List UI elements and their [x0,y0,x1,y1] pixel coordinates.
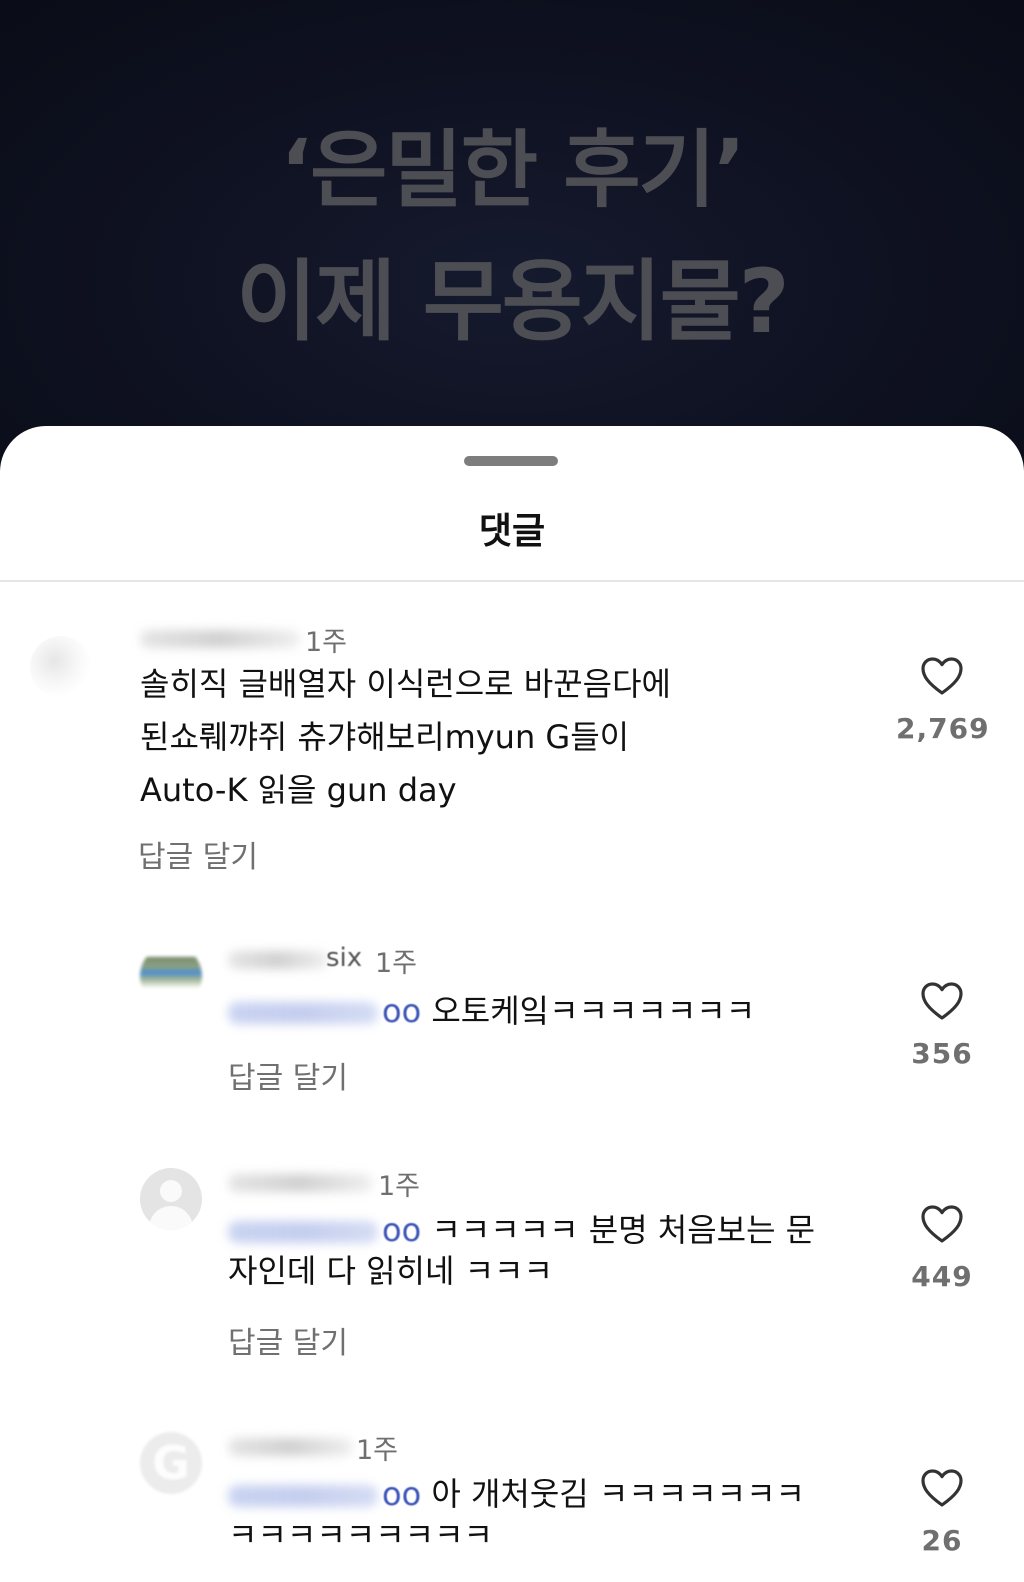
comment-line: 솔히직 글배열자 이식런으로 바꾼음다에 [140,665,671,703]
username[interactable] [228,951,328,969]
reply-item: 1주 oo ㅋㅋㅋㅋㅋ 분명 처음보는 문 자인데 다 읽히네 ㅋㅋㅋ 답글 달… [0,1164,1024,1364]
mention-blur[interactable] [228,1002,378,1024]
reply-button[interactable]: 답글 달기 [138,832,258,876]
like-count: 26 [921,1524,963,1557]
comment-line-text: 아 개처웃김 ㅋㅋㅋㅋㅋㅋㅋ [431,1475,805,1513]
reply-item: six 1주 oo 오토케잌ㅋㅋㅋㅋㅋㅋㅋ 답글 달기 356 [0,941,1024,1101]
like-count: 2,769 [896,712,990,745]
like-count: 449 [911,1260,973,1293]
banner-title-line1: ‘은밀한 후기’ [280,121,745,219]
comment-time: 1주 [378,1171,421,1202]
username[interactable] [140,630,300,648]
like-count: 356 [911,1037,973,1070]
heart-icon [921,982,963,1020]
mention-blur[interactable] [228,1221,378,1243]
mention-fragment[interactable]: oo [382,1475,421,1513]
comment-text: oo 오토케잌ㅋㅋㅋㅋㅋㅋㅋ [228,985,755,1038]
avatar[interactable]: G [140,1432,202,1494]
comment-time: 1주 [356,1435,399,1466]
comment-line: 된쇼뤠꺄쥐 츄갸해보리myun G들이 [140,718,630,756]
reply-button[interactable]: 답글 달기 [228,1053,348,1097]
like-button[interactable]: 2,769 [896,656,990,745]
heart-icon [921,1469,963,1507]
comment-text: oo 아 개처웃김 ㅋㅋㅋㅋㅋㅋㅋ ㅋㅋㅋㅋㅋㅋㅋㅋㅋ [228,1468,805,1562]
sheet-title: 댓글 [478,511,546,552]
comment-line: oo 오토케잌ㅋㅋㅋㅋㅋㅋㅋ [228,985,755,1038]
video-banner: ‘은밀한 후기’ 이제 무용지물? [0,0,1024,470]
username-fragment: six [326,943,363,973]
like-button[interactable]: 26 [896,1468,988,1557]
avatar[interactable] [30,636,92,698]
comment-time: 1주 [305,627,348,658]
like-button[interactable]: 449 [896,1204,988,1293]
mention-fragment[interactable]: oo [382,992,421,1030]
reply-button[interactable]: 답글 달기 [228,1318,348,1362]
banner-title-line2: 이제 무용지물? [236,250,789,353]
comment-time: 1주 [375,948,418,979]
sheet-drag-handle[interactable] [464,456,558,466]
comment-line: Auto-K 읽을 gun day [140,771,457,809]
comments-sheet: 댓글 1주 솔히직 글배열자 이식런으로 바꾼음다에 된쇼뤠꺄쥐 츄갸해보리my… [0,426,1024,1582]
comment-item: 1주 솔히직 글배열자 이식런으로 바꾼음다에 된쇼뤠꺄쥐 츄갸해보리myun … [0,616,1024,886]
mention-blur[interactable] [228,1485,378,1507]
comment-line-text: ㅋㅋㅋㅋㅋ 분명 처음보는 문 [431,1211,816,1249]
header-divider [0,580,1024,582]
comment-text: oo ㅋㅋㅋㅋㅋ 분명 처음보는 문 자인데 다 읽히네 ㅋㅋㅋ [228,1204,815,1298]
like-button[interactable]: 356 [896,981,988,1070]
reply-item: G 1주 oo 아 개처웃김 ㅋㅋㅋㅋㅋㅋㅋ ㅋㅋㅋㅋㅋㅋㅋㅋㅋ 26 [0,1428,1024,1582]
username[interactable] [228,1174,373,1192]
comment-text: 솔히직 글배열자 이식런으로 바꾼음다에 된쇼뤠꺄쥐 츄갸해보리myun G들이… [140,658,671,817]
avatar[interactable] [140,945,202,1007]
comment-line-text: 오토케잌ㅋㅋㅋㅋㅋㅋㅋ [431,992,756,1030]
username[interactable] [228,1438,353,1456]
default-avatar-icon[interactable] [140,1168,202,1230]
heart-icon [921,1205,963,1243]
mention-fragment[interactable]: oo [382,1211,421,1249]
heart-icon [921,657,963,695]
